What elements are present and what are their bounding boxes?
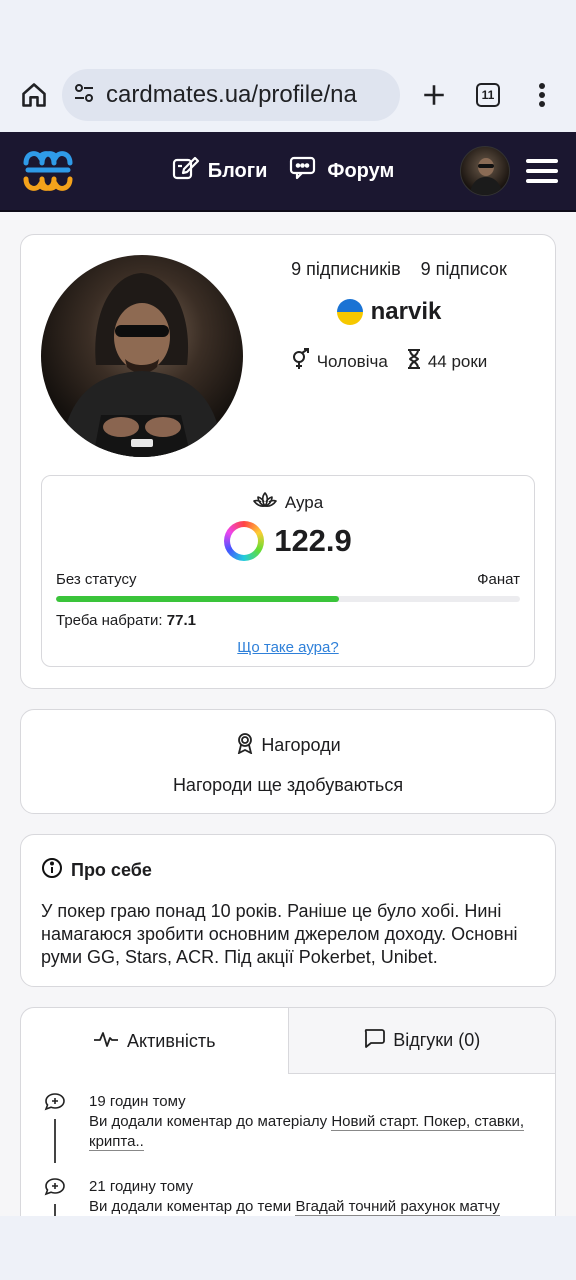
male-gender-icon — [291, 348, 311, 375]
tab-activity[interactable]: Активність — [21, 1008, 288, 1074]
nav-forum[interactable]: Форум — [289, 155, 394, 187]
lotus-icon — [253, 490, 277, 515]
profile-avatar — [41, 255, 243, 457]
info-icon — [41, 857, 63, 884]
username: narvik — [370, 298, 442, 325]
followers-count[interactable]: 9 підписників — [291, 259, 401, 280]
following-count[interactable]: 9 підписок — [421, 259, 507, 280]
what-is-aura-link[interactable]: Що таке аура? — [56, 639, 520, 656]
profile-card: 9 підписників 9 підписок narvik Чоловіча — [20, 234, 556, 689]
browser-toolbar: cardmates.ua/profile/na 11 — [0, 58, 576, 132]
menu-icon[interactable] — [526, 159, 558, 183]
tab-reviews[interactable]: Відгуки (0) — [287, 1008, 555, 1074]
status-bar-area — [0, 0, 576, 58]
awards-title: Нагороди — [261, 735, 341, 755]
add-comment-icon — [44, 1092, 66, 1117]
about-text: У покер граю понад 10 років. Раніше це б… — [41, 901, 518, 967]
aura-ring-icon — [224, 521, 265, 561]
awards-text: Нагороди ще здобуваються — [172, 775, 404, 795]
activity-entry: 19 годин тому Ви додали коментар до мате… — [43, 1092, 535, 1163]
more-menu-icon[interactable] — [522, 75, 562, 115]
site-header: Блоги Форум — [0, 132, 576, 212]
activity-time: 19 годин тому — [89, 1093, 186, 1110]
site-settings-icon[interactable] — [72, 81, 96, 110]
tab-activity-label: Активність — [126, 1030, 216, 1051]
comment-icon — [363, 1028, 386, 1053]
main-nav: Блоги Форум — [106, 155, 460, 187]
award-icon — [235, 732, 255, 759]
aura-value: 122.9 — [274, 523, 352, 558]
activity-link[interactable]: Вгадай точний рахунок матчу — [295, 1198, 500, 1216]
about-card: Про себе У покер граю понад 10 років. Ра… — [20, 834, 556, 987]
url-text: cardmates.ua/profile/na — [106, 81, 357, 108]
activity-time: 21 годину тому — [89, 1178, 194, 1195]
add-comment-icon — [44, 1177, 66, 1202]
about-title: Про себе — [71, 860, 152, 880]
aura-progress-fill — [56, 596, 340, 602]
cardmates-logo[interactable] — [20, 143, 76, 199]
activity-tabs: Активність Відгуки (0) — [21, 1008, 555, 1074]
ukraine-flag-icon — [336, 299, 363, 325]
age: 44 роки — [427, 351, 488, 371]
page-content: 9 підписників 9 підписок narvik Чоловіча — [0, 212, 576, 1267]
status-next: Фанат — [477, 571, 520, 588]
nav-blogs[interactable]: Блоги — [172, 155, 268, 187]
user-avatar[interactable] — [460, 146, 510, 196]
pulse-icon — [93, 1029, 119, 1054]
tab-switcher-button[interactable]: 11 — [468, 75, 508, 115]
tab-count: 11 — [476, 83, 500, 107]
system-nav-bar — [0, 1216, 576, 1280]
activity-text: Ви додали коментар до матеріалу — [89, 1113, 332, 1130]
aura-progress-bar — [56, 596, 520, 602]
need-label: Треба набрати: — [56, 612, 163, 629]
new-tab-icon[interactable] — [414, 75, 454, 115]
gender: Чоловіча — [316, 351, 388, 371]
status-current: Без статусу — [56, 571, 137, 588]
nav-blogs-label: Блоги — [207, 159, 268, 182]
chat-icon — [289, 155, 319, 187]
need-value: 77.1 — [166, 612, 196, 629]
awards-card: Нагороди Нагороди ще здобуваються — [20, 709, 556, 814]
tab-reviews-label: Відгуки (0) — [393, 1030, 481, 1050]
nav-forum-label: Форум — [327, 159, 395, 182]
address-bar[interactable]: cardmates.ua/profile/na — [62, 69, 400, 121]
edit-icon — [172, 155, 200, 187]
hourglass-icon — [406, 348, 422, 375]
home-icon[interactable] — [14, 75, 54, 115]
activity-text: Ви додали коментар до теми — [89, 1198, 296, 1215]
aura-title: Аура — [284, 492, 324, 512]
aura-box: Аура 122.9 Без статусу Фанат Треба набра… — [41, 475, 535, 667]
